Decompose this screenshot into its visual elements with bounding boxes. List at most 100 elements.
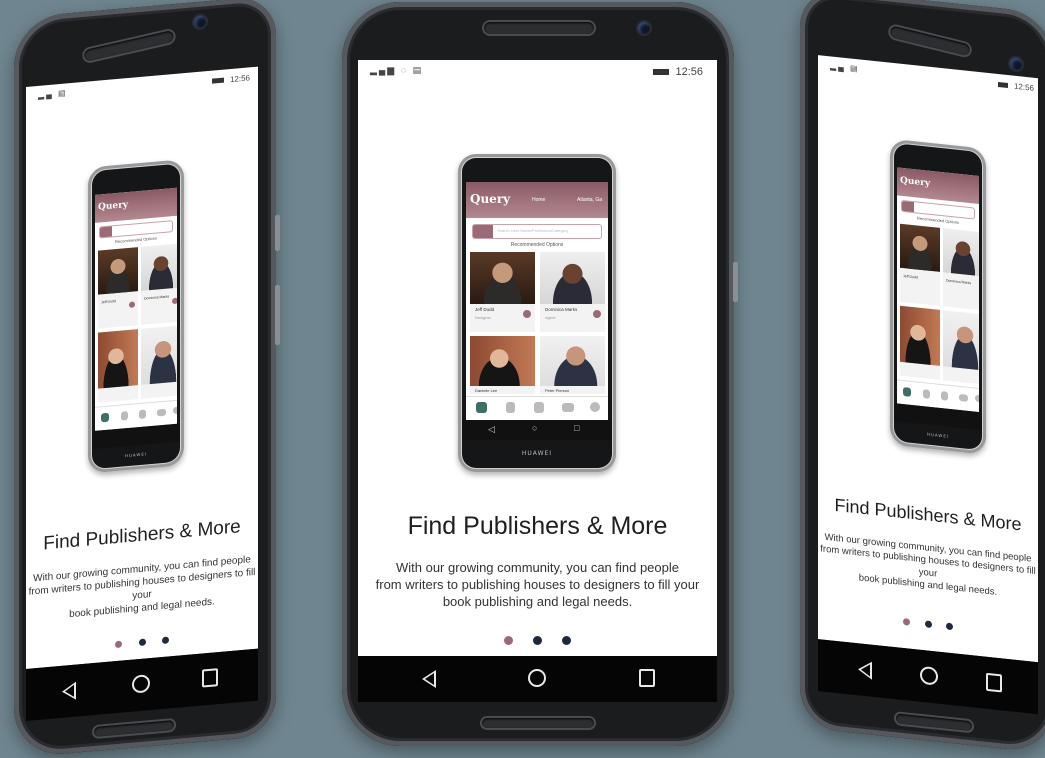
onboarding-title: Find Publishers & More xyxy=(43,516,241,555)
recents-icon[interactable] xyxy=(202,668,218,688)
power-button xyxy=(733,262,738,302)
profile-photo xyxy=(98,247,138,295)
pagination-dot[interactable] xyxy=(161,636,169,645)
add-icon xyxy=(593,310,601,318)
profile-card: Dominica Marks xyxy=(141,243,177,325)
profile-card: Danielle Lee xyxy=(470,336,535,394)
profile-icon xyxy=(590,402,600,412)
profile-card xyxy=(98,329,138,403)
body-line: With our growing community, you can find… xyxy=(395,560,679,575)
profile-card: Dominica Marks Agent xyxy=(540,252,605,332)
app-logo: Query xyxy=(470,192,511,206)
profile-photo xyxy=(943,310,979,371)
profile-photo xyxy=(943,228,979,277)
mini-phone-bezel: Query Recommended Options Jeff Dodd Domi… xyxy=(894,143,982,451)
profile-photo xyxy=(900,223,940,272)
pagination-dot[interactable] xyxy=(533,636,542,645)
profile-card: Jeff Dodd xyxy=(98,247,138,329)
status-bar: ▂▄ ▤ 12:56 xyxy=(818,55,1038,100)
pagination-dot-active[interactable] xyxy=(503,636,513,645)
mini-brand: HUAWEI xyxy=(124,451,148,459)
back-icon[interactable] xyxy=(858,660,872,680)
gavel-icon xyxy=(941,391,948,401)
signal-icon: ▂▄ ▤ xyxy=(38,88,68,100)
recents-icon[interactable] xyxy=(986,672,1002,693)
gavel-icon xyxy=(139,409,146,420)
phone-center: ▂▄▆ ◌ ▤ 12:56 Query Home Atlanta, Ga Sea… xyxy=(342,2,738,746)
profile-photo xyxy=(900,305,940,366)
mini-section-caption: Recommended Options xyxy=(510,242,564,248)
earpiece-speaker xyxy=(889,25,971,57)
pagination-dot[interactable] xyxy=(562,636,572,645)
phone-left: ▂▄ ▤ 12:56 Query Recommended Options Jef… xyxy=(14,0,280,758)
profile-photo xyxy=(470,336,535,386)
mini-screen: Query Recommended Options Jeff Dodd Domi… xyxy=(897,167,979,413)
mini-phone: Query Recommended Options Jeff Dodd Domi… xyxy=(88,159,184,474)
search-icon xyxy=(100,226,112,238)
card-name: Jeff Dodd xyxy=(101,299,116,305)
power-button xyxy=(275,284,280,346)
mail-icon xyxy=(959,393,968,402)
bottom-speaker xyxy=(896,713,972,732)
profile-card: Peter Pierson xyxy=(540,336,605,394)
home-icon[interactable] xyxy=(528,669,546,687)
search-icon xyxy=(902,200,914,213)
pagination-dot-active[interactable] xyxy=(115,640,123,649)
home-icon[interactable] xyxy=(132,674,150,694)
body-line: book publishing and legal needs. xyxy=(442,593,633,609)
bell-icon xyxy=(506,402,515,413)
mini-phone: Query Home Atlanta, Ga Search User Name/… xyxy=(458,154,616,472)
pagination-dot[interactable] xyxy=(945,622,953,631)
signal-icon: ▂▄▆ ◌ ▤ xyxy=(370,65,424,75)
card-name: Peter Pierson xyxy=(545,388,570,393)
recents-icon[interactable] xyxy=(639,669,655,687)
earpiece-speaker xyxy=(484,22,594,34)
volume-button xyxy=(275,214,280,252)
screen-left: ▂▄ ▤ 12:56 Query Recommended Options Jef… xyxy=(26,66,258,669)
card-name: Dominica Marks xyxy=(946,278,972,286)
front-camera xyxy=(1010,57,1022,71)
mini-phone-bezel: Query Home Atlanta, Ga Search User Name/… xyxy=(462,158,612,468)
front-camera xyxy=(638,22,650,34)
home-icon[interactable] xyxy=(920,665,938,686)
recents-icon: □ xyxy=(574,423,580,433)
app-logo: Query xyxy=(900,175,931,189)
pagination-dot[interactable] xyxy=(138,638,146,647)
card-role: Agent xyxy=(545,315,556,320)
body-line: from writers to publishing houses to des… xyxy=(375,576,700,592)
back-icon[interactable] xyxy=(62,681,76,701)
profile-photo xyxy=(141,243,177,291)
card-name: Dominica Marks xyxy=(545,307,578,312)
mail-icon xyxy=(562,403,574,412)
pagination-dot-active[interactable] xyxy=(903,618,911,626)
back-icon: ◁ xyxy=(488,424,495,434)
mini-nav-bar: ◁ ○ □ xyxy=(462,420,612,440)
bell-icon xyxy=(121,411,128,421)
app-logo: Query xyxy=(98,200,129,213)
phone-right: ▂▄ ▤ 12:56 Query Recommended Options Jef… xyxy=(800,0,1045,754)
mini-search-bar: Search User Name/Profession/Category xyxy=(472,224,602,239)
mini-screen: Query Home Atlanta, Ga Search User Name/… xyxy=(466,182,608,420)
status-bar: ▂▄▆ ◌ ▤ 12:56 xyxy=(358,60,717,82)
profile-photo xyxy=(98,329,138,389)
profile-card: Dominica Marks xyxy=(943,228,979,311)
mini-app-header: Query Home Atlanta, Ga xyxy=(466,182,608,218)
pagination-dot[interactable] xyxy=(924,620,932,629)
profile-card xyxy=(900,305,940,380)
mini-phone: Query Recommended Options Jeff Dodd Domi… xyxy=(890,138,986,455)
add-icon xyxy=(172,297,177,305)
mini-location: Atlanta, Ga xyxy=(576,197,602,203)
profile-photo xyxy=(540,336,605,386)
screen-center: ▂▄▆ ◌ ▤ 12:56 Query Home Atlanta, Ga Sea… xyxy=(358,60,717,656)
bottom-speaker xyxy=(482,718,594,728)
screen-right: ▂▄ ▤ 12:56 Query Recommended Options Jef… xyxy=(818,55,1038,663)
profile-card xyxy=(943,310,979,385)
back-icon[interactable] xyxy=(422,670,436,688)
search-icon xyxy=(473,225,493,238)
status-time: 12:56 xyxy=(229,73,250,85)
battery-icon xyxy=(997,82,1008,89)
add-icon xyxy=(129,301,135,308)
status-time: 12:56 xyxy=(675,66,703,78)
card-name: Jeff Dodd xyxy=(475,307,495,312)
battery-icon xyxy=(653,69,670,76)
